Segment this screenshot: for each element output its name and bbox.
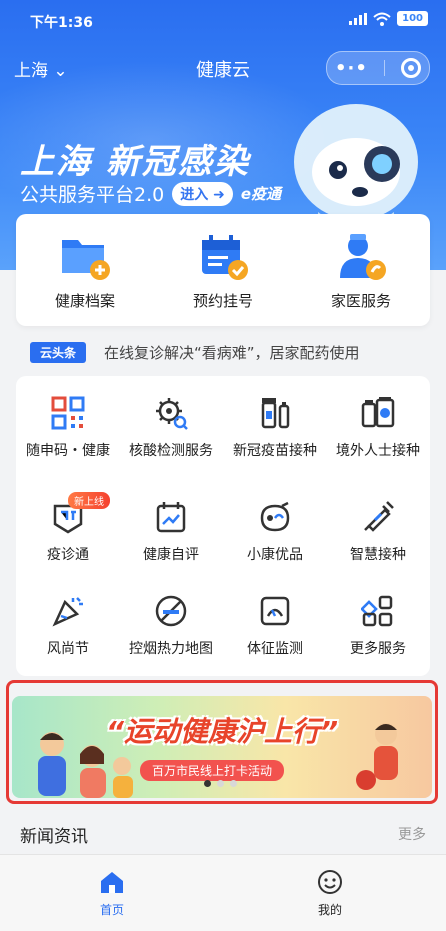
headline-ticker[interactable]: 云头条 在线复诊解决“看病难”，居家配药使用: [30, 340, 430, 364]
nav-bar: 上海 ⌄ 健康云 •·•: [0, 48, 446, 88]
city-label: 上海: [14, 61, 48, 81]
chevron-down-icon: ⌄: [53, 61, 68, 81]
city-selector[interactable]: 上海 ⌄: [14, 56, 68, 81]
eyitong-logo: e疫通: [240, 185, 282, 203]
service-item[interactable]: 核酸检测服务: [119, 396, 223, 460]
news-section-title: 新闻资讯: [20, 827, 88, 847]
news-more-link[interactable]: 更多: [398, 824, 426, 844]
service-label: 预约挂号: [192, 292, 253, 310]
more-options-icon[interactable]: •·•: [335, 58, 368, 79]
signal-icon: [349, 12, 368, 25]
service-label: 健康自评: [143, 547, 199, 563]
tab-home[interactable]: 首页: [72, 869, 152, 918]
more-grid-icon: [361, 595, 393, 627]
service-label: 智慧接种: [350, 547, 406, 563]
party-icon: [52, 597, 83, 627]
pagination-dot-active[interactable]: [204, 780, 211, 787]
miniapp-capsule: •·•: [326, 51, 430, 85]
service-label: 更多服务: [350, 641, 406, 657]
close-miniapp-icon[interactable]: [400, 58, 421, 78]
new-badge: 新上线: [68, 492, 110, 509]
capsule-divider: [383, 60, 385, 76]
calendar-check-icon: [202, 235, 248, 280]
pagination-dot[interactable]: [217, 780, 224, 787]
bottom-tab-bar: 首页 我的: [0, 854, 446, 931]
service-item[interactable]: 体征监测: [223, 594, 327, 658]
service-label: 控烟热力地图: [129, 641, 213, 657]
service-family-doctor[interactable]: 家医服务: [301, 214, 421, 326]
news-section-header: 新闻资讯 更多: [0, 812, 446, 852]
service-label: 新冠疫苗接种: [233, 443, 317, 459]
status-time: 下午1:36: [30, 15, 93, 31]
service-label: 风尚节: [47, 641, 89, 657]
service-item[interactable]: 小康优品: [223, 500, 327, 564]
vaccine-vial-icon: [261, 398, 290, 429]
virus-search-icon: [156, 398, 188, 430]
shop-bag-icon: [260, 501, 290, 532]
service-item[interactable]: 健康自评: [119, 500, 223, 564]
syringe-icon: [364, 501, 394, 532]
smiley-profile-icon: [318, 870, 342, 894]
service-health-records[interactable]: 健康档案: [25, 214, 145, 326]
doctor-icon: [340, 234, 386, 280]
folder-plus-icon: [62, 240, 110, 280]
arrow-right-icon: ➜: [213, 186, 225, 203]
service-item[interactable]: 智慧接种: [326, 500, 430, 564]
service-label: 核酸检测服务: [129, 443, 213, 459]
banner-title: “运动健康沪上行”: [105, 715, 339, 748]
banner-pagination[interactable]: [204, 780, 237, 787]
enter-button[interactable]: 进入 ➜: [172, 181, 233, 206]
promo-banner[interactable]: “运动健康沪上行” 百万市民线上打卡活动: [12, 696, 432, 798]
services-grid: 随申码・健康 核酸检测服务 新冠疫苗接种 境外人士接种 新上线 疫诊通 健康自评…: [16, 376, 430, 676]
service-item[interactable]: 新冠疫苗接种: [223, 396, 327, 460]
hero-subtitle-row: 公共服务平台2.0 进入 ➜ e疫通: [20, 180, 281, 207]
main-services-card: 健康档案 预约挂号 家医服务: [16, 214, 430, 326]
service-item[interactable]: 境外人士接种: [326, 396, 430, 460]
home-icon: [101, 872, 123, 893]
no-smoking-icon: [155, 595, 187, 627]
hero-subtitle: 公共服务平台2.0: [20, 184, 165, 206]
pagination-dot[interactable]: [230, 780, 237, 787]
service-item[interactable]: 控烟热力地图: [119, 594, 223, 658]
gauge-icon: [260, 596, 290, 626]
service-label: 健康档案: [54, 292, 115, 310]
status-icons: 100: [349, 11, 428, 26]
enter-button-label: 进入: [180, 186, 209, 203]
tab-label: 首页: [99, 903, 124, 917]
tab-me[interactable]: 我的: [290, 869, 370, 918]
tab-label: 我的: [317, 903, 342, 917]
service-item[interactable]: 随申码・健康: [16, 396, 120, 460]
service-label: 疫诊通: [47, 547, 89, 563]
calendar-chart-icon: [156, 502, 186, 533]
banner-subtitle: 百万市民线上打卡活动: [140, 760, 285, 781]
headline-tag: 云头条: [30, 341, 87, 363]
wifi-icon: [373, 12, 391, 26]
foreign-vaccine-icon: [361, 397, 395, 428]
hero-title: 上海 新冠感染: [20, 142, 250, 182]
service-label: 家医服务: [330, 292, 391, 310]
service-item[interactable]: 更多服务: [326, 594, 430, 658]
service-label: 境外人士接种: [336, 443, 420, 459]
headline-text: 在线复诊解决“看病难”，居家配药使用: [104, 343, 360, 362]
service-appointment[interactable]: 预约挂号: [163, 214, 283, 326]
status-bar: 下午1:36 100: [0, 0, 446, 40]
service-label: 体征监测: [247, 641, 303, 657]
service-item[interactable]: 风尚节: [16, 594, 120, 658]
service-label: 小康优品: [247, 547, 303, 563]
battery-icon: 100: [397, 11, 428, 26]
service-item[interactable]: 新上线 疫诊通: [16, 492, 120, 564]
service-label: 随申码・健康: [26, 443, 110, 459]
qr-code-icon: [51, 396, 85, 430]
